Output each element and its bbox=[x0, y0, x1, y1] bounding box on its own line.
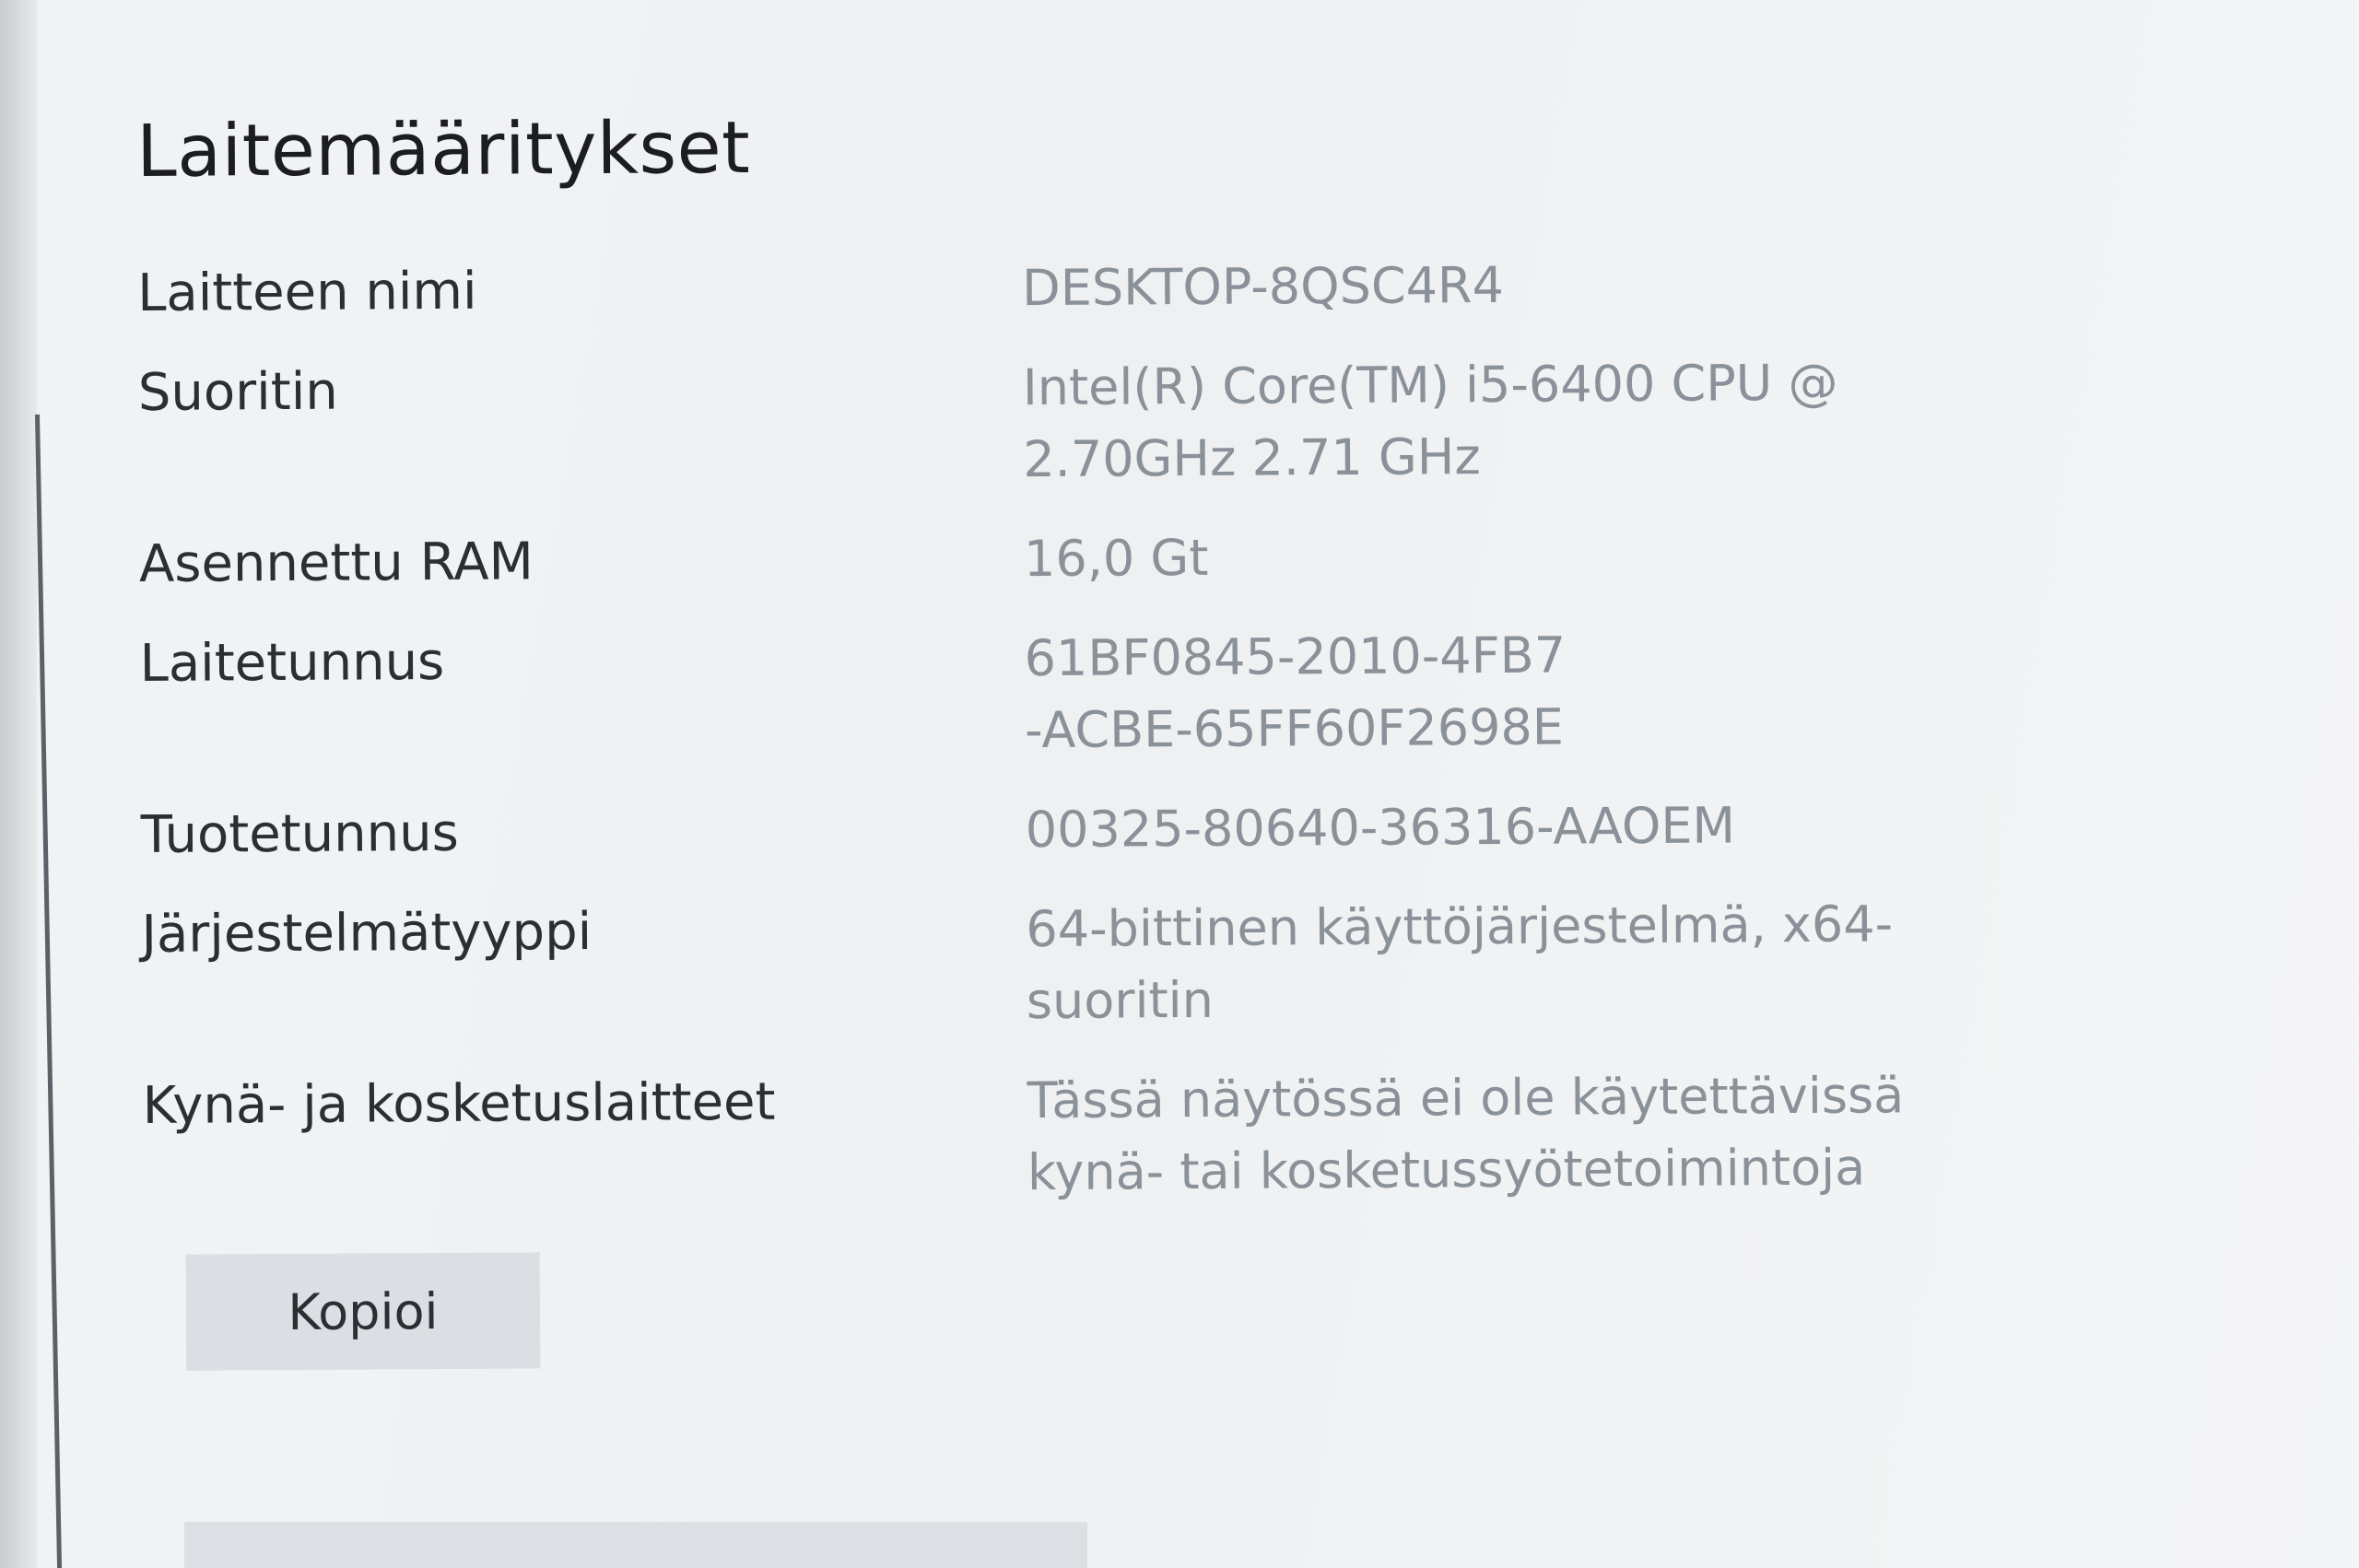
spec-label: Suoritin bbox=[137, 361, 338, 423]
spec-label: Tuotetunnus bbox=[140, 802, 459, 865]
spec-value: Intel(R) Core(TM) i5-6400 CPU @ 2.70GHz … bbox=[1022, 353, 1838, 489]
spec-value: 61BF0845-2010-4FB7-ACBE-65FF60F2698E bbox=[1024, 626, 1567, 760]
section-title: Laitemääritykset bbox=[136, 106, 751, 193]
spec-value: Tässä näytössä ei ole käytettävissä kynä… bbox=[1027, 1066, 1905, 1202]
left-edge-shadow bbox=[0, 0, 37, 1568]
spec-row-ram: Asennettu RAM 16,0 Gt bbox=[139, 518, 1982, 601]
spec-row-product-id: Tuotetunnus 00325-80640-36316-AAOEM bbox=[141, 789, 1984, 872]
device-specifications-panel: Laitemääritykset Laitteen nimi DESKTOP-8… bbox=[136, 99, 1987, 1371]
spec-value: 16,0 Gt bbox=[1023, 528, 1209, 589]
settings-screen: Laitemääritykset Laitteen nimi DESKTOP-8… bbox=[0, 0, 2359, 1568]
rename-pc-button[interactable] bbox=[184, 1522, 1087, 1568]
spec-row-pen-touch: Kynä- ja kosketuslaitteet Tässä näytössä… bbox=[142, 1059, 1986, 1214]
spec-label: Laitetunnus bbox=[139, 631, 445, 694]
spec-label: Järjestelmätyyppi bbox=[141, 901, 593, 965]
spec-row-system-type: Järjestelmätyyppi 64-bittinen käyttöjärj… bbox=[141, 888, 1985, 1043]
spec-row-device-name: Laitteen nimi DESKTOP-8QSC4R4 bbox=[137, 247, 1980, 330]
spec-label: Laitteen nimi bbox=[137, 261, 477, 323]
copy-button[interactable]: Kopioi bbox=[185, 1252, 541, 1371]
spec-row-device-id: Laitetunnus 61BF0845-2010-4FB7-ACBE-65FF… bbox=[139, 617, 1983, 772]
spec-value: 64-bittinen käyttöjärjestelmä, x64-suori… bbox=[1026, 895, 1894, 1031]
spec-label: Kynä- ja kosketuslaitteet bbox=[142, 1071, 776, 1136]
spec-value: 00325-80640-36316-AAOEM bbox=[1025, 796, 1736, 860]
spec-label: Asennettu RAM bbox=[138, 532, 534, 594]
spec-value: DESKTOP-8QSC4R4 bbox=[1022, 255, 1505, 318]
scrollbar[interactable] bbox=[35, 414, 63, 1568]
spec-row-processor: Suoritin Intel(R) Core(TM) i5-6400 CPU @… bbox=[138, 346, 1982, 501]
